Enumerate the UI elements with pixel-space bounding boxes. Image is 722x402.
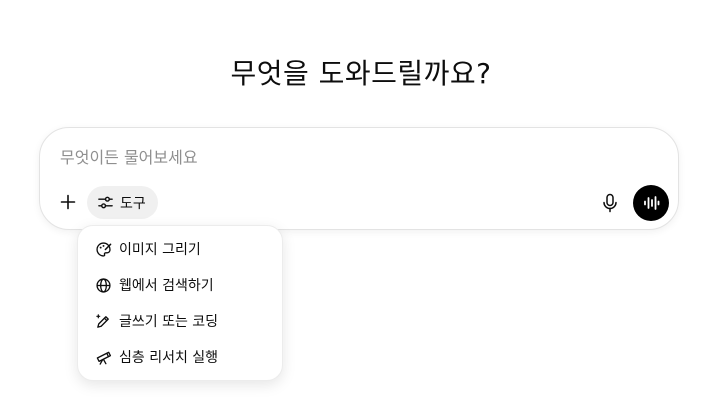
menu-item-deep-research[interactable]: 심층 리서치 실행 [78, 339, 282, 375]
tools-button[interactable]: 도구 [87, 186, 158, 219]
menu-item-label: 심층 리서치 실행 [119, 350, 219, 366]
menu-item-label: 웹에서 검색하기 [119, 278, 214, 294]
pen-sparkle-icon [94, 312, 112, 330]
tools-menu: 이미지 그리기 웹에서 검색하기 글쓰기 또는 코딩 심층 리서치 실행 [77, 225, 283, 381]
microphone-icon [601, 193, 619, 213]
dictate-button[interactable] [596, 189, 624, 217]
menu-item-write-code[interactable]: 글쓰기 또는 코딩 [78, 303, 282, 339]
voice-waveform-icon [642, 195, 660, 211]
menu-item-web-search[interactable]: 웹에서 검색하기 [78, 267, 282, 303]
telescope-icon [94, 348, 112, 366]
plus-icon [59, 193, 77, 211]
voice-mode-button[interactable] [633, 185, 669, 221]
menu-item-label: 글쓰기 또는 코딩 [119, 314, 219, 330]
sliders-icon [97, 194, 114, 211]
page-title: 무엇을 도와드릴까요? [230, 57, 492, 90]
prompt-input[interactable] [60, 144, 620, 170]
tools-button-label: 도구 [120, 195, 146, 212]
prompt-composer: 도구 [39, 127, 679, 230]
globe-icon [94, 276, 112, 294]
add-attachment-button[interactable] [54, 188, 82, 216]
palette-icon [94, 240, 112, 258]
menu-item-label: 이미지 그리기 [119, 242, 201, 258]
menu-item-draw-image[interactable]: 이미지 그리기 [78, 231, 282, 267]
